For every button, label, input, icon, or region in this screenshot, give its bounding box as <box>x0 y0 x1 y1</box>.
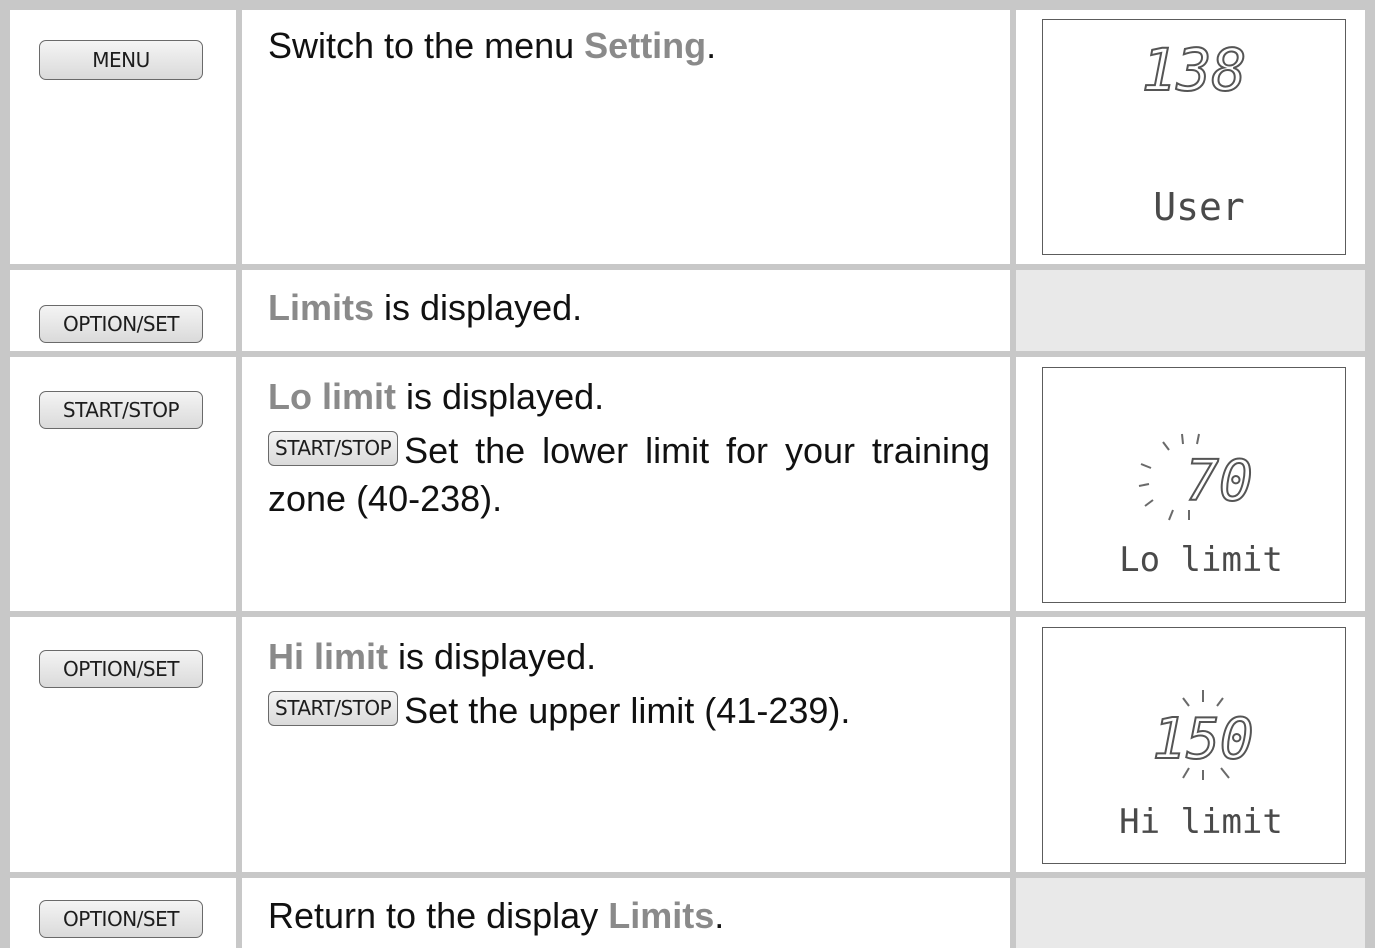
menu-button[interactable]: MENU <box>39 40 203 80</box>
menu-keyword: Setting <box>584 25 707 66</box>
step-text: Set the upper limit (41-239). <box>404 690 851 731</box>
menu-keyword: Limits <box>608 895 715 936</box>
step-description: Lo limit is displayed. <box>268 373 990 421</box>
step-text: . <box>706 25 717 66</box>
step-description: Limits is displayed. <box>268 284 990 332</box>
lcd-value: 70 <box>1185 449 1252 514</box>
step-text: Return to the display <box>268 895 609 936</box>
start-stop-button[interactable]: START/STOP <box>268 691 399 726</box>
menu-keyword: Hi limit <box>268 636 389 677</box>
lcd-value: 138 <box>1142 36 1247 104</box>
start-stop-button[interactable]: START/STOP <box>268 431 399 466</box>
option-set-button[interactable]: OPTION/SET <box>39 650 203 688</box>
table-cell-display <box>1016 878 1365 948</box>
menu-keyword: Lo limit <box>268 376 396 417</box>
step-description: Hi limit is displayed. <box>268 633 990 681</box>
step-description: Return to the display Limits. <box>268 892 990 940</box>
lcd-display-hi-limit: 150 Hi limit <box>1042 627 1346 864</box>
lcd-label: Hi limit <box>1119 802 1283 842</box>
lcd-value: 150 <box>1152 707 1253 772</box>
step-text: is displayed. <box>396 376 605 417</box>
option-set-button[interactable]: OPTION/SET <box>39 900 203 938</box>
table-cell-display <box>1016 270 1365 351</box>
step-subdescription: START/STOP Set the upper limit (41-239). <box>268 687 990 735</box>
lcd-label: User <box>1153 185 1245 229</box>
step-text: is displayed. <box>374 287 583 328</box>
menu-keyword: Limits <box>268 287 375 328</box>
option-set-button[interactable]: OPTION/SET <box>39 305 203 343</box>
step-subdescription: START/STOP Set the lower limit for your t… <box>268 427 990 523</box>
lcd-label: Lo limit <box>1119 540 1283 580</box>
step-text: . <box>714 895 725 936</box>
lcd-display-lo-limit: 70 Lo limit <box>1042 367 1346 603</box>
start-stop-button[interactable]: START/STOP <box>39 391 203 429</box>
step-description: Switch to the menu Setting. <box>268 22 990 70</box>
lcd-display-user: 138 User <box>1042 19 1346 255</box>
step-text: Switch to the menu <box>268 25 585 66</box>
step-text: is displayed. <box>388 636 597 677</box>
